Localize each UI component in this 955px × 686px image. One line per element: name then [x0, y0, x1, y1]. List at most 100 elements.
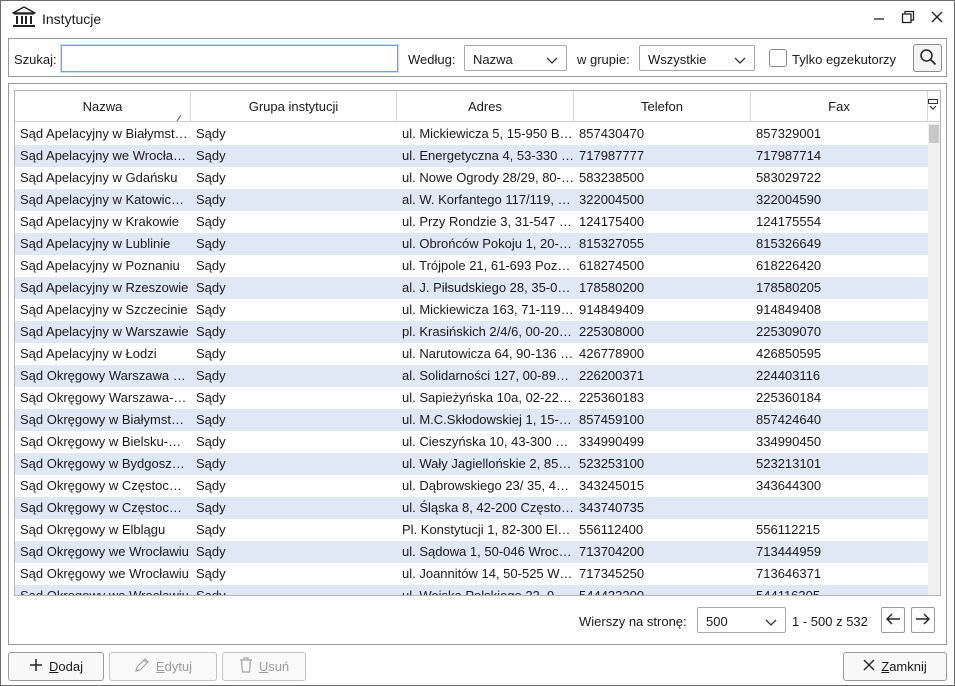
cell-name: Sąd Apelacyjny w Rzeszowie [20, 280, 189, 295]
cell-address: ul. Wojska Polskiego 22, 9... [402, 585, 574, 595]
cell-phone: 343245015 [579, 478, 645, 493]
title-bar: Instytucje [1, 1, 954, 35]
previous-page-button[interactable] [881, 607, 905, 633]
table-row[interactable]: Sąd Okręgowy w Bydgoszczy Sądy ul. Wały Ja… [15, 453, 928, 475]
column-header-label: Fax [828, 99, 850, 114]
search-button[interactable] [913, 44, 942, 72]
table-row[interactable]: Sąd Okręgowy w Częstochowie Sądy ul. Śląsk… [15, 497, 928, 519]
table-row[interactable]: Sąd Okręgowy w Białymstoku Sądy ul. M.C.Sk… [15, 409, 928, 431]
cell-phone: 124175400 [579, 214, 645, 229]
search-by-value: Nazwa [473, 52, 513, 67]
cell-fax: 334990450 [756, 434, 822, 449]
cell-address: al. W. Korfantego 117/119, 40-156 Katowi… [402, 192, 574, 207]
cell-address: ul. Mickiewicza 163, 71-119 Szczecin [402, 302, 574, 317]
edit-button[interactable]: Edytuj [109, 652, 217, 681]
cell-address: ul. Cieszyńska 10, 43-300 Bielsko-Biała [402, 434, 574, 449]
cell-address: al. J. Piłsudskiego 28, 35-001 Rzeszów [402, 280, 574, 295]
cell-name: Sąd Apelacyjny w Białymstoku [20, 126, 189, 141]
restore-button[interactable] [894, 5, 922, 31]
cell-fax: 583029722 [756, 170, 822, 185]
cell-phone: 857430470 [579, 126, 645, 141]
cell-phone: 717987777 [579, 148, 645, 163]
cell-phone: 523253100 [579, 456, 645, 471]
table-row[interactable]: Sąd Apelacyjny w Lublinie Sądy ul. Obrońcó… [15, 233, 928, 255]
table-row[interactable]: Sąd Okręgowy we Wrocławiu Sądy ul. Joannit… [15, 563, 928, 585]
cell-fax: 225309070 [756, 324, 822, 339]
table-row[interactable]: Sąd Okręgowy w Częstochowie Sądy ul. Dąbro… [15, 475, 928, 497]
cell-fax: 225360184 [756, 390, 822, 405]
search-input[interactable] [60, 44, 399, 73]
rows-per-page-select[interactable]: 500 [697, 607, 786, 633]
arrow-left-icon [885, 612, 901, 629]
group-select[interactable]: Wszystkie [639, 45, 755, 71]
table-row[interactable]: Sąd Okręgowy Warszawa Praga Sądy al. Solid… [15, 365, 928, 387]
executors-only-label[interactable]: Tylko egzekutorzy [792, 52, 896, 67]
cell-address: ul. Śląska 8, 42-200 Częstochowa [402, 500, 574, 515]
table-row[interactable]: Sąd Apelacyjny we Wrocławiu Sądy ul. Energ… [15, 145, 928, 167]
cell-phone: 225360183 [579, 390, 645, 405]
table-row[interactable]: Sąd Apelacyjny w Krakowie Sądy ul. Przy Ro… [15, 211, 928, 233]
close-button[interactable]: Zamknij [843, 652, 947, 681]
table-row[interactable]: Sąd Apelacyjny w Poznaniu Sądy ul. Trójpol… [15, 255, 928, 277]
cell-group: Sądy [196, 434, 226, 449]
table-row[interactable]: Sąd Apelacyjny w Łodzi Sądy ul. Narutowicz… [15, 343, 928, 365]
add-button[interactable]: Dodaj [8, 652, 104, 681]
search-by-select[interactable]: Nazwa [464, 45, 567, 71]
cell-address: ul. Joannitów 14, 50-525 Wrocław [402, 566, 574, 581]
table-row[interactable]: Sąd Apelacyjny w Warszawie Sądy pl. Krasiń… [15, 321, 928, 343]
minimize-button[interactable] [865, 5, 893, 31]
cell-group: Sądy [196, 566, 226, 581]
cell-phone: 544433200 [579, 585, 751, 595]
delete-button-label: Usuń [258, 659, 290, 674]
table-row[interactable]: Sąd Okręgowy we Wrocławiu Sądy ul. Sądowa … [15, 541, 928, 563]
cell-name: Sąd Apelacyjny w Szczecinie [20, 302, 188, 317]
cell-group: Sądy [196, 346, 226, 361]
table-row[interactable]: Sąd Apelacyjny w Rzeszowie Sądy al. J. Pił… [15, 277, 928, 299]
next-page-button[interactable] [911, 607, 935, 633]
cell-name: Sąd Apelacyjny w Warszawie [20, 324, 189, 339]
table-row[interactable]: Sąd Apelacyjny w Katowicach Sądy al. W. Ko… [15, 189, 928, 211]
cell-fax: 322004590 [756, 192, 822, 207]
table-row[interactable]: Sąd Okręgowy w Bielsku-Białej Sądy ul. Cie… [15, 431, 928, 453]
page-range-text: 1 - 500 z 532 [792, 614, 868, 629]
cell-name: Sąd Apelacyjny w Łodzi [20, 346, 157, 361]
cell-name: Sąd Apelacyjny we Wrocławiu [20, 148, 189, 163]
add-button-label: Dodaj [49, 659, 83, 674]
vertical-scrollbar[interactable] [928, 123, 940, 595]
close-window-button[interactable] [923, 5, 951, 31]
cell-phone: 225308000 [579, 324, 645, 339]
delete-button[interactable]: Usuń [222, 652, 306, 681]
executors-only-checkbox[interactable] [769, 49, 787, 67]
scrollbar-thumb[interactable] [929, 125, 939, 143]
cell-name: Sąd Okręgowy w Częstochowie [20, 500, 189, 515]
column-header-phone[interactable]: Telefon [574, 91, 751, 122]
cell-fax: 857424640 [756, 412, 822, 427]
table-row[interactable]: Sąd Apelacyjny w Gdańsku Sądy ul. Nowe Ogr… [15, 167, 928, 189]
cell-group: Sądy [196, 258, 226, 273]
rows-per-page-label: Wierszy na stronę: [579, 614, 687, 629]
cell-fax: 124175554 [756, 214, 822, 229]
column-header-group[interactable]: Grupa instytucji [191, 91, 397, 122]
cell-group: Sądy [196, 214, 226, 229]
cell-fax: 544116305 [756, 585, 916, 595]
column-header-name[interactable]: Nazwa [15, 91, 191, 122]
column-chooser-icon[interactable] [928, 99, 938, 114]
cell-address: ul. Przy Rondzie 3, 31-547 Kraków [402, 214, 574, 229]
cell-phone: 815327055 [579, 236, 645, 251]
cell-address: ul. Nowe Ogrody 28/29, 80-803 Gdańsk [402, 170, 574, 185]
table-row[interactable]: Sąd Okręgowy we Wrocławiu Sądy ul. Wojska … [15, 585, 928, 595]
search-label: Szukaj: [14, 52, 57, 67]
column-header-address[interactable]: Adres [397, 91, 574, 122]
table-row[interactable]: Sąd Okręgowy w Elblągu Sądy Pl. Konstytucj… [15, 519, 928, 541]
table-row[interactable]: Sąd Apelacyjny w Szczecinie Sądy ul. Micki… [15, 299, 928, 321]
cell-address: ul. Energetyczna 4, 53-330 Wrocław [402, 148, 574, 163]
cell-name: Sąd Okręgowy we Wrocławiu [20, 544, 189, 559]
arrow-right-icon [915, 612, 931, 629]
table-row[interactable]: Sąd Okręgowy Warszawa-Praga Sądy ul. Sapie… [15, 387, 928, 409]
cell-fax [756, 497, 916, 519]
table-row[interactable]: Sąd Apelacyjny w Białymstoku Sądy ul. Mick… [15, 123, 928, 145]
column-header-label: Adres [468, 99, 502, 114]
cell-fax: 713444959 [756, 544, 822, 559]
column-header-fax[interactable]: Fax [751, 91, 928, 122]
cell-group: Sądy [196, 412, 226, 427]
